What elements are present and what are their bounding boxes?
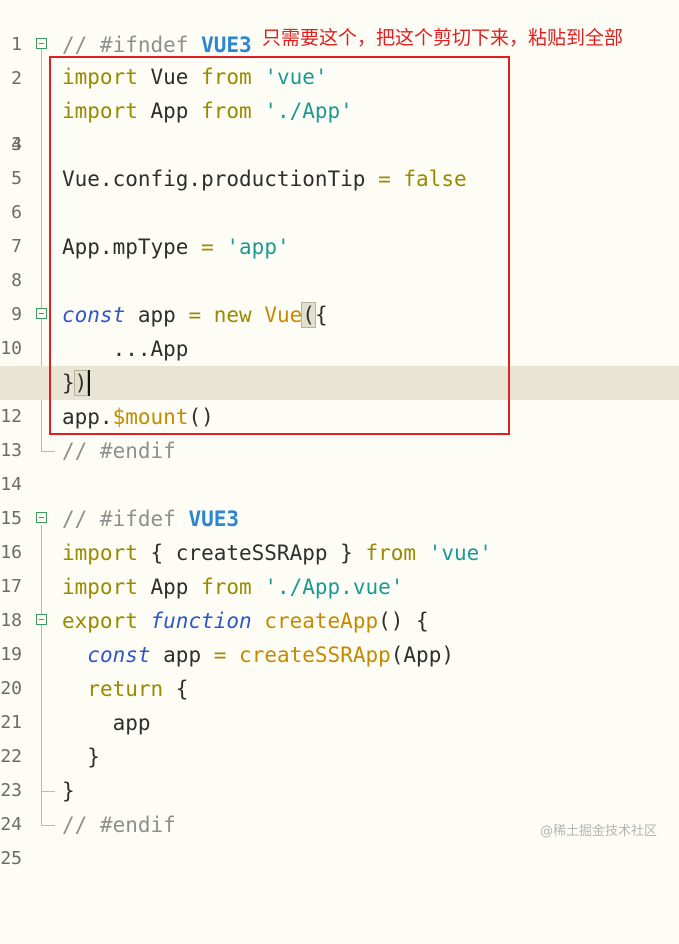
identifier: App <box>137 575 202 599</box>
function-name: createApp <box>264 609 379 633</box>
code-text: // #ifdef VUE3 <box>62 502 239 536</box>
keyword: function <box>150 609 252 633</box>
function-name: createSSRApp <box>239 643 391 667</box>
code-text: // #endif <box>62 434 176 468</box>
annotation-highlight-box <box>49 56 510 435</box>
code-line[interactable]: 18 import App from './App.vue' <box>0 570 679 631</box>
code-line[interactable]: 14 // #endif <box>0 434 679 495</box>
line-number: 25 <box>0 848 22 869</box>
comment: // #ifndef <box>62 33 202 57</box>
code-text: export function createApp() { <box>62 604 429 638</box>
code-text: import { createSSRApp } from 'vue' <box>62 536 492 570</box>
code-line[interactable]: 19 export function createApp() { <box>0 604 679 665</box>
keyword: from <box>365 541 417 565</box>
parens: () { <box>378 609 429 633</box>
code-line[interactable]: 15 <box>0 468 679 529</box>
brace: } <box>62 745 100 769</box>
brace: { <box>163 677 189 701</box>
identifier: { createSSRApp } <box>137 541 366 565</box>
code-line[interactable]: 16 // #ifdef VUE3 <box>0 502 679 563</box>
code-text: } <box>62 740 100 774</box>
code-line[interactable]: 23 } <box>0 740 679 801</box>
brace: } <box>62 779 75 803</box>
annotation-note: 只需要这个，把这个剪切下来，粘贴到全部 <box>262 27 624 49</box>
code-text: app <box>62 706 151 740</box>
comment: // #ifdef <box>62 507 189 531</box>
code-text: const app = createSSRApp(App) <box>62 638 454 672</box>
code-text: return { <box>62 672 188 706</box>
operator: = <box>213 643 227 667</box>
identifier: app <box>150 643 214 667</box>
code-text: import App from './App.vue' <box>62 570 403 604</box>
macro: VUE3 <box>188 507 240 531</box>
identifier: app <box>62 711 151 735</box>
keyword: return <box>87 677 164 701</box>
code-text: // #endif <box>62 808 176 842</box>
code-text: } <box>62 774 75 808</box>
comment: // #endif <box>62 439 176 463</box>
keyword: import <box>62 575 138 599</box>
watermark: @稀土掘金技术社区 <box>539 824 657 839</box>
fold-collapse-icon[interactable] <box>36 512 47 523</box>
code-line[interactable]: 24 } <box>0 774 679 835</box>
code-line[interactable]: 20 const app = createSSRApp(App) <box>0 638 679 699</box>
keyword: const <box>87 643 151 667</box>
macro: VUE3 <box>201 33 252 57</box>
code-editor[interactable]: 1 2 // #ifndef VUE3 3 import Vue from 'v… <box>0 0 679 869</box>
keyword: import <box>62 541 138 565</box>
comment: // #endif <box>62 813 176 837</box>
code-line[interactable]: 17 import { createSSRApp } from 'vue' <box>0 536 679 597</box>
fold-collapse-icon[interactable] <box>36 308 47 319</box>
string: './App.vue' <box>264 575 404 599</box>
keyword: export <box>62 609 138 633</box>
string: 'vue' <box>428 541 492 565</box>
parens: (App) <box>390 643 454 667</box>
fold-collapse-icon[interactable] <box>36 614 47 625</box>
keyword: from <box>201 575 252 599</box>
code-line[interactable]: 21 return { <box>0 672 679 733</box>
fold-collapse-icon[interactable] <box>36 38 47 49</box>
code-line[interactable]: 22 app <box>0 706 679 767</box>
